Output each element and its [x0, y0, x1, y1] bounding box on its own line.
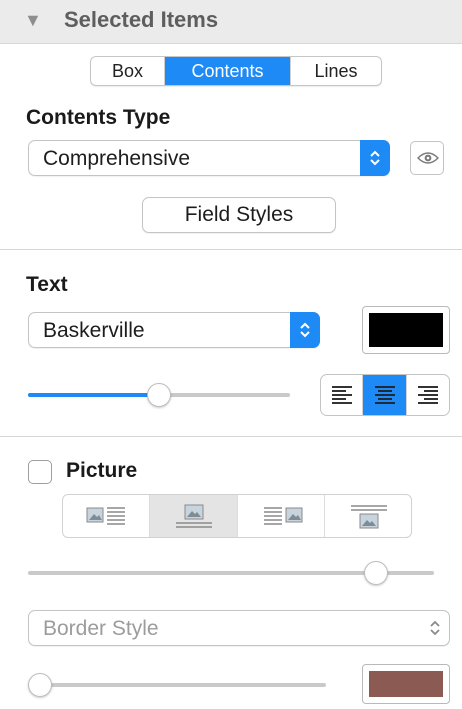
popup-stepper-icon	[420, 610, 450, 646]
border-style-popup[interactable]: Border Style	[28, 610, 450, 646]
text-size-slider-fill	[28, 393, 159, 397]
text-alignment-control	[320, 374, 450, 416]
align-left-button[interactable]	[321, 375, 363, 415]
contents-type-heading: Contents Type	[26, 106, 171, 129]
tab-lines[interactable]: Lines	[291, 57, 381, 85]
eye-icon	[417, 152, 439, 164]
align-right-icon	[418, 386, 438, 404]
border-style-placeholder: Border Style	[43, 617, 159, 640]
font-value: Baskerville	[43, 319, 145, 342]
field-styles-button[interactable]: Field Styles	[142, 197, 336, 233]
align-left-icon	[332, 386, 352, 404]
picture-right-button[interactable]	[238, 495, 325, 537]
separator	[0, 436, 462, 437]
text-size-slider-knob[interactable]	[147, 383, 171, 407]
picture-below-button[interactable]	[325, 495, 411, 537]
picture-left-text-icon	[86, 507, 125, 525]
preview-eye-button[interactable]	[410, 141, 444, 175]
text-size-slider[interactable]	[28, 383, 290, 407]
popup-stepper-icon	[360, 140, 390, 176]
contents-type-popup[interactable]: Comprehensive	[28, 140, 390, 176]
inspector-header[interactable]: ▼ Selected Items	[0, 0, 462, 44]
picture-label: Picture	[66, 459, 138, 482]
font-popup[interactable]: Baskerville	[28, 312, 320, 348]
picture-spacing-slider-knob[interactable]	[364, 561, 388, 585]
border-width-slider[interactable]	[28, 673, 326, 697]
tab-box[interactable]: Box	[91, 57, 165, 85]
picture-checkbox[interactable]	[28, 460, 52, 484]
picture-below-text-icon	[350, 505, 387, 529]
picture-above-button[interactable]	[150, 495, 238, 537]
border-color-well[interactable]	[362, 664, 450, 704]
text-color-well[interactable]	[362, 306, 450, 354]
section-title: Selected Items	[64, 7, 219, 32]
picture-spacing-slider[interactable]	[28, 561, 434, 585]
border-width-slider-knob[interactable]	[28, 673, 52, 697]
text-color-swatch	[369, 313, 443, 347]
align-right-button[interactable]	[407, 375, 449, 415]
popup-stepper-icon	[290, 312, 320, 348]
picture-position-control	[62, 494, 412, 538]
tab-contents[interactable]: Contents	[165, 57, 291, 85]
disclosure-triangle-icon[interactable]: ▼	[24, 10, 42, 31]
picture-left-button[interactable]	[63, 495, 151, 537]
picture-right-text-icon	[263, 507, 302, 525]
inspector-tabs: Box Contents Lines	[90, 56, 382, 86]
text-heading: Text	[26, 273, 68, 296]
picture-above-text-icon	[176, 504, 213, 528]
contents-type-value: Comprehensive	[43, 147, 191, 170]
separator	[0, 249, 462, 250]
align-center-icon	[375, 386, 395, 404]
align-center-button[interactable]	[363, 375, 407, 415]
border-color-swatch	[369, 671, 443, 697]
